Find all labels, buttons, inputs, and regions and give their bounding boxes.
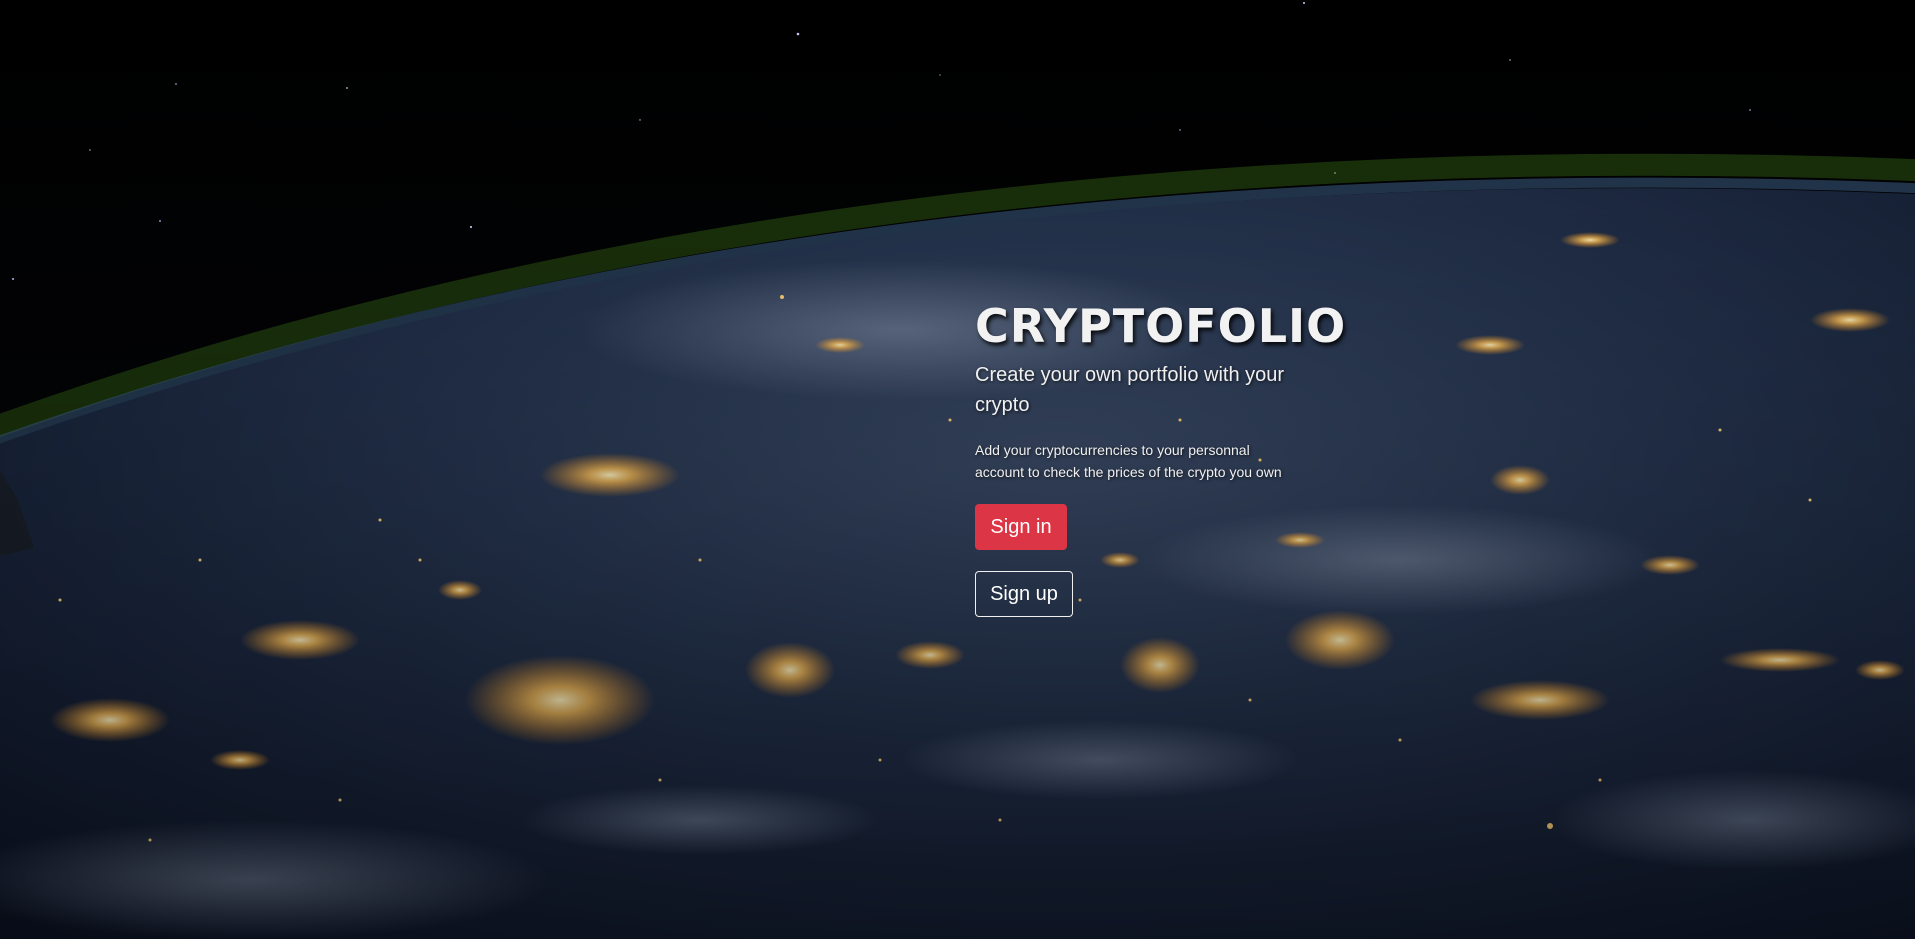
hero-content: CRYPTOFOLIO Create your own portfolio wi…: [975, 298, 1347, 617]
hero-description: Add your cryptocurrencies to your person…: [975, 442, 1282, 480]
sign-in-button[interactable]: Sign in: [975, 504, 1067, 550]
hero-section: CRYPTOFOLIO Create your own portfolio wi…: [0, 0, 1915, 939]
sign-up-button[interactable]: Sign up: [975, 571, 1073, 617]
hero-tagline: Create your own portfolio with your cryp…: [975, 364, 1285, 416]
earth-at-night-background: [0, 0, 1915, 939]
page-title: CRYPTOFOLIO: [975, 299, 1347, 353]
